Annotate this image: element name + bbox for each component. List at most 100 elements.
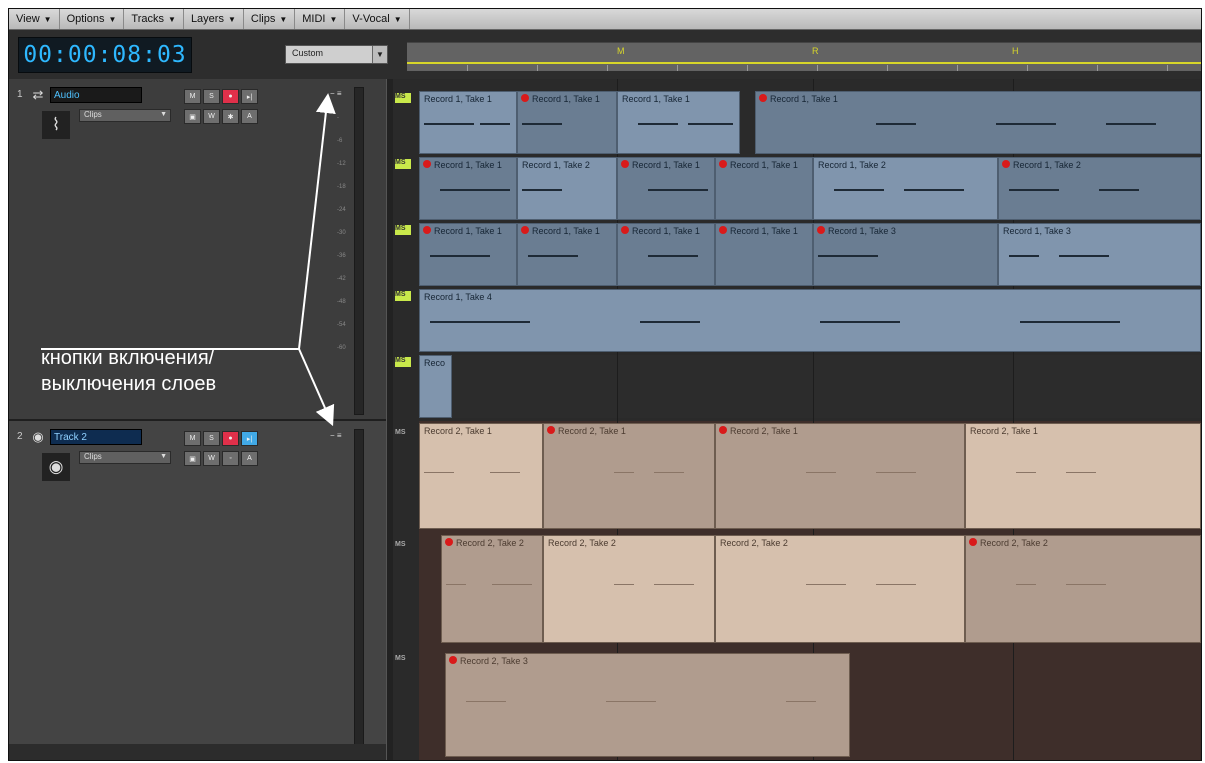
clip-title: Record 1, Take 1 <box>424 94 492 104</box>
mute-button[interactable]: M <box>184 431 201 446</box>
clip-record-icon <box>1002 160 1010 168</box>
menu-clips[interactable]: Clips ▼ <box>244 9 296 29</box>
clip[interactable]: Record 1, Take 1 <box>419 223 517 286</box>
read-automation-button[interactable]: A <box>241 109 258 124</box>
clip[interactable]: Record 1, Take 1 <box>617 157 715 220</box>
clip[interactable]: Record 1, Take 1 <box>517 91 617 154</box>
clip[interactable]: Record 1, Take 2 <box>998 157 1201 220</box>
clip[interactable]: Record 1, Take 1 <box>419 91 517 154</box>
clip-record-icon <box>521 226 529 234</box>
layer-mute-solo[interactable]: MS <box>395 357 411 367</box>
clip-title: Record 1, Take 2 <box>522 160 590 170</box>
layer-mute-solo[interactable]: MS <box>395 655 411 665</box>
ruler-tick <box>1097 65 1098 71</box>
clip[interactable]: Record 2, Take 1 <box>715 423 965 529</box>
layer-mute-solo[interactable]: MS <box>395 291 411 301</box>
clip-title: Record 2, Take 1 <box>558 426 626 436</box>
timecode-display[interactable]: 00:00:08:03 <box>18 37 192 73</box>
custom-dropdown[interactable]: Custom ▼ <box>285 45 388 64</box>
ruler-marker[interactable]: M <box>617 46 625 56</box>
ruler-marker[interactable]: H <box>1012 46 1019 56</box>
layer-mute-solo[interactable]: MS <box>395 429 411 439</box>
clip[interactable]: Record 1, Take 1 <box>715 157 813 220</box>
clips-pane: MS Record 1, Take 1 Record 1, Take 1 Rec… <box>393 79 1201 760</box>
clip[interactable]: Record 1, Take 1 <box>419 157 517 220</box>
input-echo-button[interactable]: ▸| <box>241 89 258 104</box>
clip[interactable]: Record 2, Take 1 <box>965 423 1201 529</box>
layer-mute-solo[interactable]: MS <box>395 93 411 103</box>
freeze-button[interactable]: ◦ <box>222 451 239 466</box>
clip[interactable]: Record 2, Take 2 <box>715 535 965 643</box>
layer-mute-solo[interactable]: MS <box>395 159 411 169</box>
chevron-down-icon[interactable]: ▼ <box>372 46 387 63</box>
clip[interactable]: Record 1, Take 3 <box>998 223 1201 286</box>
layer-lane: MS Record 1, Take 1 Record 1, Take 1 Rec… <box>393 223 1201 286</box>
record-arm-button[interactable]: ● <box>222 431 239 446</box>
clip[interactable]: Record 1, Take 1 <box>617 223 715 286</box>
clip-record-icon <box>719 226 727 234</box>
clip[interactable]: Record 2, Take 2 <box>543 535 715 643</box>
layer-lane: MS Reco <box>393 355 1201 418</box>
menu-vvocal[interactable]: V-Vocal ▼ <box>345 9 410 29</box>
menu-vvocal-label: V-Vocal <box>352 13 390 25</box>
record-arm-button[interactable]: ● <box>222 89 239 104</box>
write-automation-button[interactable]: W <box>203 109 220 124</box>
clip[interactable]: Reco <box>419 355 452 418</box>
clip[interactable]: Record 1, Take 3 <box>813 223 998 286</box>
clip-title: Record 2, Take 2 <box>456 538 524 548</box>
clip[interactable]: Record 1, Take 4 <box>419 289 1201 352</box>
track-name-field[interactable]: Audio <box>50 87 142 103</box>
clip-record-icon <box>547 426 555 434</box>
ruler-tick <box>467 65 468 71</box>
clip-record-icon <box>719 426 727 434</box>
write-automation-button[interactable]: W <box>203 451 220 466</box>
menu-layers[interactable]: Layers ▼ <box>184 9 244 29</box>
clip[interactable]: Record 1, Take 1 <box>517 223 617 286</box>
ruler-marker[interactable]: R <box>812 46 819 56</box>
layers-toggle-button[interactable]: − ≡ <box>330 431 344 440</box>
track-view-select[interactable]: Clips ▼ <box>79 451 171 464</box>
menu-midi[interactable]: MIDI ▼ <box>295 9 346 29</box>
time-ruler[interactable]: M R H <box>407 42 1201 71</box>
clip[interactable]: Record 1, Take 2 <box>517 157 617 220</box>
clip[interactable]: Record 1, Take 2 <box>813 157 998 220</box>
menu-view-label: View <box>16 13 40 25</box>
midi-notes <box>544 464 714 480</box>
waveform <box>420 247 516 263</box>
clip[interactable]: Record 2, Take 2 <box>441 535 543 643</box>
menu-view[interactable]: View ▼ <box>9 9 60 29</box>
archive-button[interactable]: ▣ <box>184 109 201 124</box>
clip[interactable]: Record 1, Take 1 <box>617 91 740 154</box>
track-name-field[interactable]: Track 2 <box>50 429 142 445</box>
freeze-button[interactable]: ✱ <box>222 109 239 124</box>
input-echo-button[interactable]: ▸| <box>241 431 258 446</box>
track-view-select[interactable]: Clips ▼ <box>79 109 171 122</box>
chevron-down-icon: ▼ <box>108 14 117 24</box>
layers-toggle-button[interactable]: − ≡ <box>330 89 344 98</box>
clip[interactable]: Record 1, Take 1 <box>715 223 813 286</box>
chevron-down-icon: ▼ <box>160 111 167 118</box>
solo-button[interactable]: S <box>203 89 220 104</box>
read-automation-button[interactable]: A <box>241 451 258 466</box>
chevron-down-icon: ▼ <box>168 14 176 24</box>
clip[interactable]: Record 2, Take 1 <box>419 423 543 529</box>
layer-mute-solo[interactable]: MS <box>395 541 411 551</box>
clip[interactable]: Record 2, Take 2 <box>965 535 1201 643</box>
layer-mute-solo[interactable]: MS <box>395 225 411 235</box>
clip[interactable]: Record 2, Take 3 <box>445 653 850 757</box>
archive-button[interactable]: ▣ <box>184 451 201 466</box>
menu-options[interactable]: Options ▼ <box>60 9 125 29</box>
chevron-down-icon: ▼ <box>43 14 52 24</box>
waveform <box>618 247 714 263</box>
chevron-down-icon: ▼ <box>279 14 288 24</box>
clip[interactable]: Record 1, Take 1 <box>755 91 1201 154</box>
solo-button[interactable]: S <box>203 431 220 446</box>
loop-region[interactable] <box>407 62 1201 64</box>
mute-button[interactable]: M <box>184 89 201 104</box>
chevron-down-icon: ▼ <box>329 14 338 24</box>
ruler-tick <box>677 65 678 71</box>
clip-title: Record 1, Take 1 <box>632 226 700 236</box>
menu-tracks[interactable]: Tracks ▼ <box>124 9 184 29</box>
clip[interactable]: Record 2, Take 1 <box>543 423 715 529</box>
track-2[interactable]: 2 ◉ Track 2 M S ● ▸| ◉ Clips ▼ ▣ W ◦ A − … <box>9 421 386 746</box>
